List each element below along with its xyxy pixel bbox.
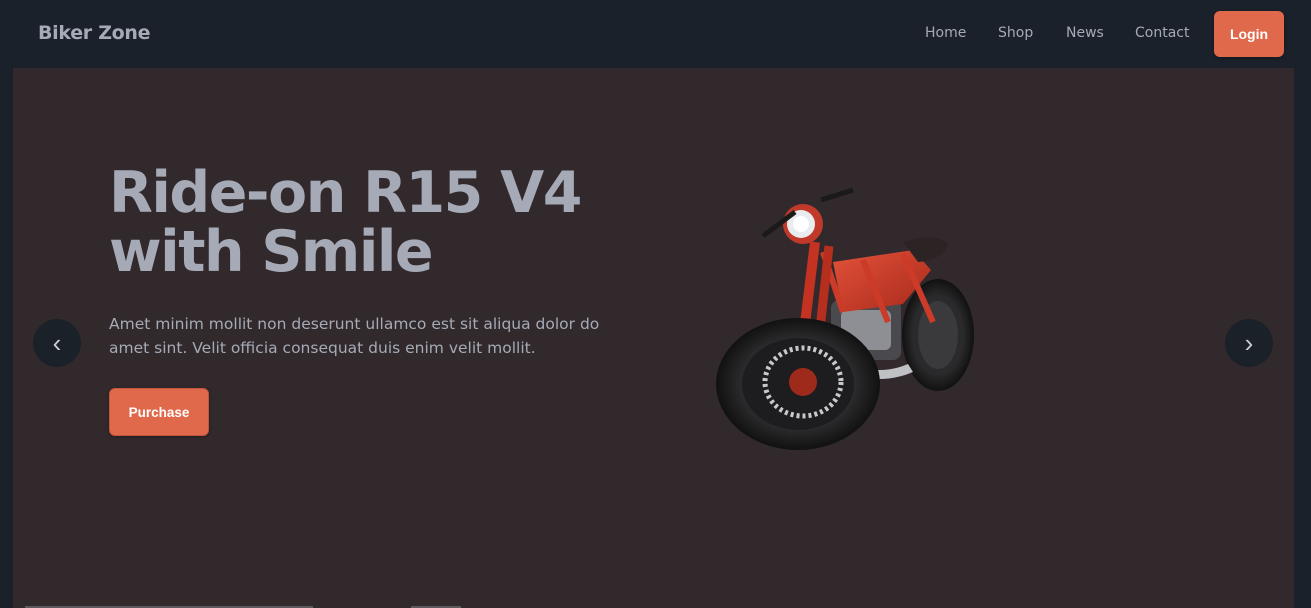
chevron-left-icon: ‹ xyxy=(52,327,62,358)
carousel-prev-button[interactable]: ‹ xyxy=(33,319,81,367)
motorcycle-image xyxy=(716,187,974,450)
hero-description: Amet minim mollit non deserunt ullamco e… xyxy=(109,315,600,357)
hero-title-line-2: with Smile xyxy=(109,219,434,285)
navbar: Biker Zone Home Shop News Contact Login xyxy=(0,0,1311,68)
hero-title: Ride-on R15 V4 with Smile xyxy=(109,164,669,282)
hero-carousel: Ride-on R15 V4 with Smile Amet minim mol… xyxy=(13,68,1294,608)
login-button[interactable]: Login xyxy=(1214,11,1284,57)
hero-title-line-1: Ride-on R15 V4 xyxy=(109,160,582,226)
nav-link-contact[interactable]: Contact xyxy=(1135,25,1189,41)
nav-link-shop[interactable]: Shop xyxy=(998,25,1033,41)
nav-link-home[interactable]: Home xyxy=(925,25,966,41)
purchase-button[interactable]: Purchase xyxy=(109,388,209,436)
nav-link-news[interactable]: News xyxy=(1066,25,1104,41)
chevron-right-icon: › xyxy=(1244,327,1254,358)
brand-logo[interactable]: Biker Zone xyxy=(38,22,151,44)
carousel-next-button[interactable]: › xyxy=(1225,319,1273,367)
